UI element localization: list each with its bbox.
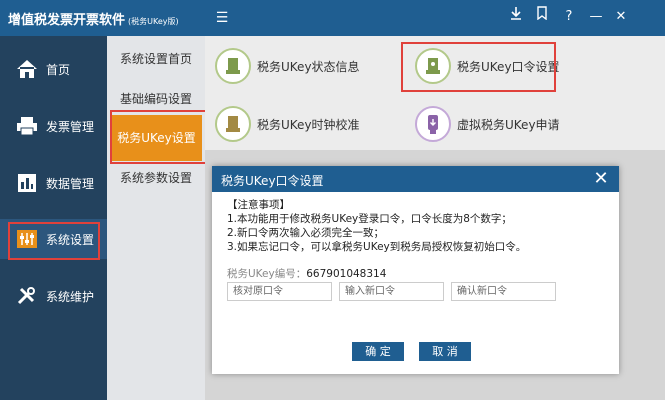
sub-item-param-settings[interactable]: 系统参数设置 <box>107 158 205 198</box>
printer-icon <box>17 117 37 136</box>
nav-item-label: 数据管理 <box>46 177 95 191</box>
minimize-icon[interactable]: — <box>585 6 607 28</box>
sub-nav: 系统设置首页 基础编码设置 税务UKey设置 系统参数设置 <box>107 36 205 400</box>
card-label: 虚拟税务UKey申请 <box>457 118 560 132</box>
download-icon[interactable] <box>505 6 527 28</box>
notice-line: 1.本功能用于修改税务UKey登录口令，口令长度为8个数字； <box>227 213 512 225</box>
confirm-button[interactable]: 确 定 <box>352 342 404 361</box>
new-password-input[interactable] <box>339 282 444 301</box>
notice-heading: 【注意事项】 <box>227 199 290 211</box>
nav-item-home[interactable]: 首页 <box>0 49 107 89</box>
app-title: 增值税发票开票软件 (税务UKey版) <box>8 13 179 28</box>
close-icon[interactable]: ✕ <box>610 6 632 28</box>
nav-item-label: 首页 <box>46 63 71 77</box>
dialog-close-icon[interactable]: ✕ <box>591 168 611 190</box>
ukey-clock-icon <box>215 106 251 142</box>
ukey-password-dialog: 税务UKey口令设置 ✕ 【注意事项】 1.本功能用于修改税务UKey登录口令，… <box>212 166 619 374</box>
card-label: 税务UKey状态信息 <box>257 60 360 74</box>
serial-label: 税务UKey编号： <box>227 268 307 280</box>
notice-text: 【注意事项】 1.本功能用于修改税务UKey登录口令，口令长度为8个数字； 2.… <box>227 198 526 254</box>
menu-toggle-icon[interactable]: ☰ <box>212 8 232 28</box>
card-ukey-status[interactable]: 税务UKey状态信息 <box>215 44 395 88</box>
nav-item-invoice[interactable]: 发票管理 <box>0 106 107 146</box>
nav-item-data[interactable]: 数据管理 <box>0 163 107 203</box>
nav-highlight-box <box>8 222 100 260</box>
card-virtual-ukey[interactable]: 虚拟税务UKey申请 <box>415 102 595 146</box>
home-icon <box>17 60 37 78</box>
help-icon[interactable]: ? <box>558 6 580 28</box>
notice-line: 3.如果忘记口令，可以拿税务UKey到税务局授权恢复初始口令。 <box>227 241 527 253</box>
data-icon <box>18 174 36 192</box>
card-highlight-box <box>401 42 556 92</box>
title-bar: 增值税发票开票软件 (税务UKey版) ☰ ? — ✕ <box>0 0 665 36</box>
virtual-ukey-icon <box>415 106 451 142</box>
ukey-serial: 税务UKey编号：667901048314 <box>227 266 386 281</box>
old-password-input[interactable] <box>227 282 332 301</box>
nav-item-label: 发票管理 <box>46 120 95 134</box>
notice-line: 2.新口令两次输入必须完全一致； <box>227 227 385 239</box>
sub-item-settings-home[interactable]: 系统设置首页 <box>107 39 205 79</box>
dialog-title: 税务UKey口令设置 <box>221 174 324 188</box>
tools-icon <box>17 287 35 305</box>
serial-value: 667901048314 <box>306 268 387 280</box>
confirm-password-input[interactable] <box>451 282 556 301</box>
card-label: 税务UKey时钟校准 <box>257 118 360 132</box>
ukey-status-icon <box>215 48 251 84</box>
app-subtitle: (税务UKey版) <box>128 17 179 26</box>
cancel-button[interactable]: 取 消 <box>419 342 471 361</box>
bookmark-icon[interactable] <box>531 6 553 28</box>
nav-item-maintenance[interactable]: 系统维护 <box>0 276 107 316</box>
card-ukey-clock[interactable]: 税务UKey时钟校准 <box>215 102 395 146</box>
dialog-header: 税务UKey口令设置 ✕ <box>212 166 619 192</box>
nav-item-label: 系统维护 <box>46 290 95 304</box>
sub-highlight-box <box>110 110 208 164</box>
left-nav: 首页 发票管理 数据管理 系统设置 系统维护 <box>0 36 107 400</box>
